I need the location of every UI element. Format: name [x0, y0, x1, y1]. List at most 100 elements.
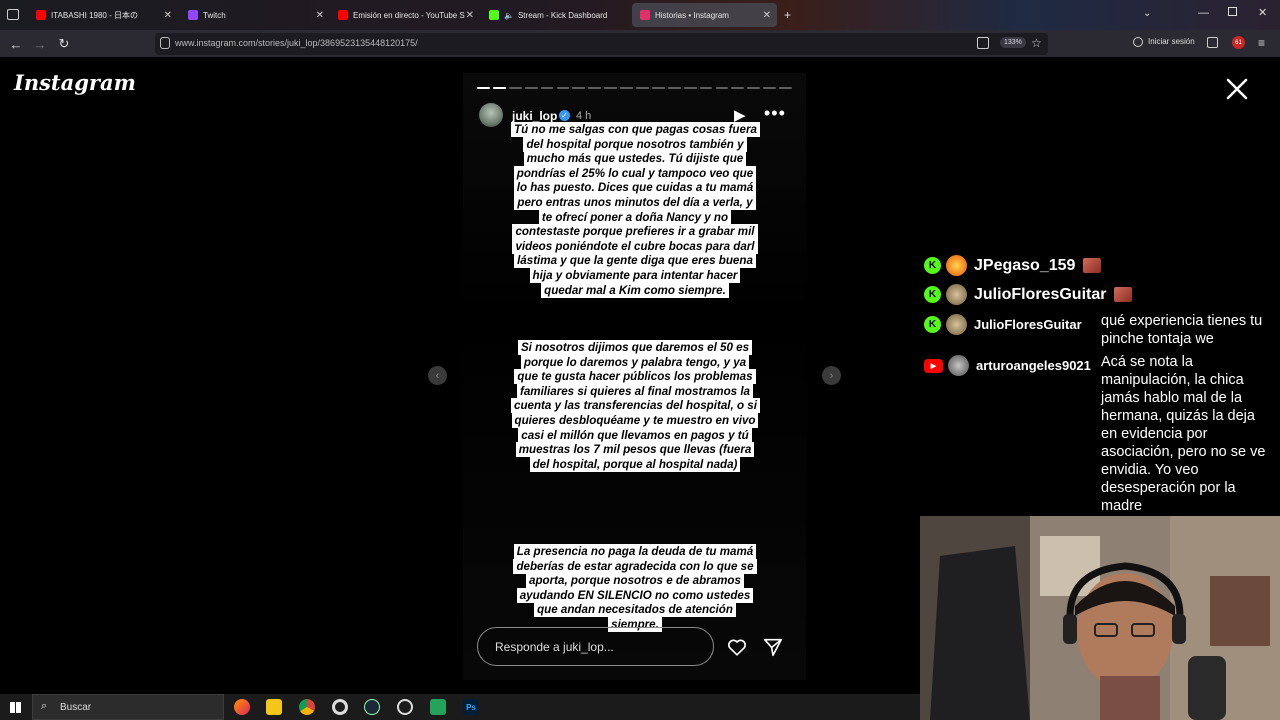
send-icon[interactable] [762, 636, 784, 658]
tab-label: ITABASHI 1980 - 日本の [51, 10, 138, 20]
tab-overflow-icon[interactable]: ⌄ [1143, 8, 1151, 19]
story-progress-segment [651, 87, 665, 89]
minimize-icon[interactable]: — [1198, 7, 1209, 19]
story-progress-segment [524, 87, 538, 89]
twitch-icon [188, 10, 198, 20]
instagram-icon [640, 10, 650, 20]
chat-username: JulioFloresGuitar [974, 317, 1082, 332]
reply-input[interactable]: Responde a juki_lop... [477, 627, 714, 666]
instagram-logo[interactable]: Instagram [14, 70, 136, 95]
story-time: 4 h [576, 110, 592, 122]
tab-label: Historias • Instagram [655, 10, 729, 20]
close-tab-icon[interactable]: ✕ [316, 10, 324, 21]
story-progress-segment [588, 87, 602, 89]
notification-badge[interactable]: 61 [1232, 36, 1245, 49]
menu-icon[interactable]: ≡ [1258, 36, 1265, 50]
story-progress-segment [683, 87, 697, 89]
address-bar[interactable]: www.instagram.com/stories/juki_lop/38695… [155, 33, 1048, 55]
next-story-icon[interactable]: › [822, 366, 841, 385]
account-icon[interactable] [1133, 37, 1143, 47]
site-info-icon[interactable] [160, 37, 170, 49]
avatar [946, 314, 967, 335]
tab-instagram-stories[interactable]: Historias • Instagram ✕ [632, 3, 777, 27]
close-window-icon[interactable]: ✕ [1258, 6, 1267, 19]
heart-icon[interactable] [726, 636, 748, 658]
tab-label: Twitch [203, 10, 226, 20]
reload-icon[interactable]: ↻ [54, 34, 74, 54]
firefox-icon[interactable] [234, 699, 250, 715]
taskbar: ⌕ Buscar Ps [0, 694, 920, 720]
story-text-block: Si nosotros dijimos que daremos el 50 es… [511, 340, 760, 472]
chat-text: Acá se nota la manipulación, la chica ja… [1101, 354, 1266, 514]
kick-icon [489, 10, 499, 20]
chat-username: JulioFloresGuitar [974, 285, 1107, 303]
story-progress-segment [620, 87, 633, 89]
story-username[interactable]: juki_lop [512, 109, 557, 123]
app-icon[interactable] [430, 699, 446, 715]
story-progress-segment [731, 87, 745, 89]
tab-twitch[interactable]: Twitch ✕ [180, 3, 330, 27]
story-text-block: La presencia no paga la deuda de tu mamá… [511, 544, 759, 633]
back-icon[interactable]: ← [6, 34, 26, 54]
story-text: La presencia no paga la deuda de tu mamá… [513, 544, 757, 632]
webcam-feed [920, 516, 1280, 720]
steam-icon[interactable] [364, 699, 380, 715]
signin-button[interactable]: Iniciar sesión [1148, 37, 1195, 46]
kick-icon: K [924, 316, 941, 333]
file-explorer-icon[interactable] [266, 699, 282, 715]
story-progress-segment [715, 87, 729, 89]
story-progress-segment [540, 87, 554, 89]
story-progress-segment [747, 87, 761, 89]
chat-text: qué experiencia tienes tu pinche tontaja… [1101, 313, 1263, 347]
taskbar-search[interactable]: ⌕ Buscar [32, 694, 224, 720]
obs-icon[interactable] [397, 699, 413, 715]
story-progress-segment [699, 87, 713, 89]
avatar [948, 355, 969, 376]
extensions-icon[interactable] [1207, 37, 1218, 48]
search-icon: ⌕ [41, 700, 48, 712]
story-progress-segment [508, 87, 522, 89]
ccleaner-icon[interactable] [332, 699, 348, 715]
bookmark-star-icon[interactable]: ☆ [1031, 36, 1042, 50]
close-tab-icon[interactable]: ✕ [466, 10, 474, 21]
chat-username: JPegaso_159 [974, 256, 1076, 274]
previous-story-icon[interactable]: ‹ [428, 366, 447, 385]
story-progress-segment [763, 87, 777, 89]
avatar [946, 255, 967, 276]
new-tab-icon[interactable]: + [784, 8, 791, 22]
zoom-level[interactable]: 133% [1000, 37, 1026, 48]
close-tab-icon[interactable]: ✕ [164, 10, 172, 21]
verified-badge-icon: ✓ [559, 110, 570, 121]
tab-itabashi[interactable]: ITABASHI 1980 - 日本の ✕ [28, 3, 178, 27]
tab-label: Stream - Kick Dashboard [517, 10, 608, 20]
close-icon[interactable] [1224, 76, 1250, 102]
reader-view-icon[interactable] [977, 37, 989, 49]
tab-kick-dashboard[interactable]: 🔈 Stream - Kick Dashboard [481, 3, 631, 27]
chrome-icon[interactable] [299, 699, 315, 715]
story-progress-segment [492, 87, 506, 89]
maximize-icon[interactable] [1228, 7, 1237, 16]
emote-icon [1083, 258, 1102, 273]
story-viewer: juki_lop ✓ 4 h ▶ ••• Tú no me salgas con… [463, 73, 806, 680]
story-progress-segment [779, 87, 792, 89]
youtube-icon [36, 10, 46, 20]
close-tab-icon[interactable]: ✕ [763, 10, 771, 21]
tab-youtube-studio[interactable]: Emisión en directo - YouTube S ✕ [330, 3, 480, 27]
avatar[interactable] [479, 103, 503, 127]
story-progress-segment [636, 87, 649, 89]
windows-start-icon[interactable] [10, 702, 21, 713]
speaker-icon[interactable]: 🔈 [504, 11, 514, 20]
more-options-icon[interactable]: ••• [764, 103, 786, 124]
chat-message: K JPegaso_159 [924, 255, 1102, 276]
search-placeholder: Buscar [60, 702, 92, 713]
reply-placeholder: Responde a juki_lop... [495, 640, 614, 654]
forward-icon[interactable]: → [30, 34, 50, 54]
photoshop-icon[interactable]: Ps [463, 699, 479, 715]
tab-list-icon[interactable] [7, 9, 19, 20]
url-text[interactable]: www.instagram.com/stories/juki_lop/38695… [175, 38, 418, 48]
chat-message: ▶ arturoangeles9021 [924, 355, 1091, 376]
story-progress-segment [667, 87, 681, 89]
chat-message-text: Acá se nota la manipulación, la chica ja… [1101, 353, 1273, 515]
story-progress-segment [604, 87, 618, 89]
chat-message-text: qué experiencia tienes tu pinche tontaja… [1101, 312, 1273, 348]
